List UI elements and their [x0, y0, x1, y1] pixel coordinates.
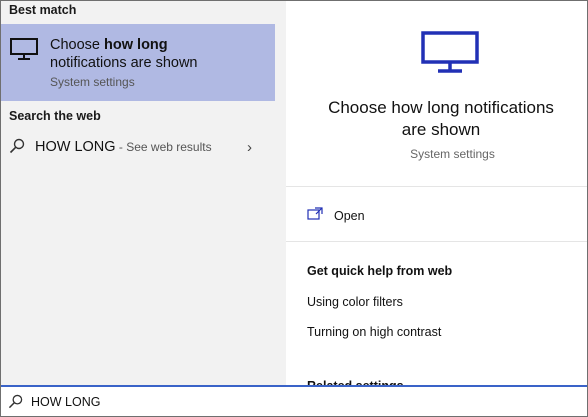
help-link-color-filters[interactable]: Using color filters [307, 295, 403, 309]
divider [286, 241, 587, 242]
search-web-header: Search the web [9, 109, 101, 123]
title-rest: notifications are shown [50, 55, 198, 71]
best-match-result[interactable]: Choose how long notifications are shown … [1, 24, 275, 101]
open-label: Open [334, 209, 365, 223]
quick-help-header: Get quick help from web [307, 264, 453, 278]
results-pane: Best match Choose how long notifications… [1, 1, 285, 385]
help-link-high-contrast[interactable]: Turning on high contrast [307, 325, 441, 339]
search-input[interactable] [31, 392, 571, 412]
web-result-suffix: - See web results [115, 140, 212, 154]
search-icon [9, 138, 25, 159]
open-button[interactable]: Open [307, 207, 567, 227]
best-match-header: Best match [9, 3, 77, 17]
preview-title: Choose how long notifications are shown [328, 98, 554, 139]
preview-subtitle: System settings [410, 147, 495, 161]
search-icon [8, 394, 23, 414]
web-result-text: HOW LONG - See web results [35, 139, 212, 155]
web-result-query: HOW LONG [35, 139, 116, 155]
title-prefix: Choose [50, 37, 105, 53]
divider [286, 186, 587, 187]
title-bold: how long [104, 37, 168, 53]
web-result[interactable]: HOW LONG - See web results › [1, 132, 275, 162]
open-window-icon [307, 207, 323, 226]
chevron-right-icon[interactable]: › [247, 139, 252, 156]
preview-pane: Choose how long notifications are shown … [286, 1, 587, 393]
monitor-icon [421, 31, 479, 80]
best-match-subtitle: System settings [50, 75, 135, 89]
monitor-icon [10, 38, 38, 65]
search-window: Best match Choose how long notifications… [0, 0, 588, 417]
search-bar[interactable] [1, 385, 587, 416]
best-match-title: Choose how long notifications are shown [50, 36, 270, 72]
